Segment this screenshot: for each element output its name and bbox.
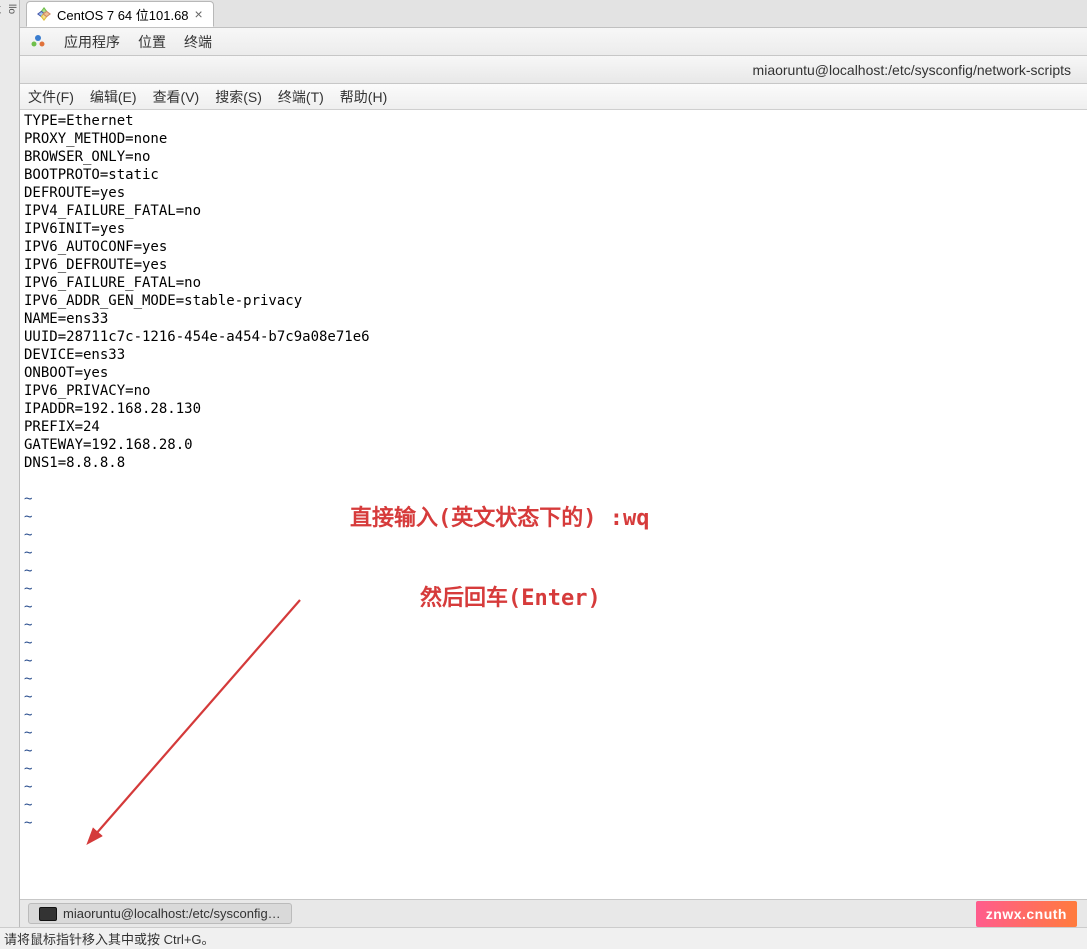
centos-icon <box>37 7 51 21</box>
file-content: TYPE=Ethernet PROXY_METHOD=none BROWSER_… <box>24 113 370 471</box>
gnome-menu-places[interactable]: 位置 <box>138 32 166 52</box>
term-menu-view[interactable]: 查看(V) <box>153 87 200 107</box>
terminal-title-bar: miaoruntu@localhost:/etc/sysconfig/netwo… <box>20 56 1087 84</box>
term-menu-help[interactable]: 帮助(H) <box>340 87 387 107</box>
term-menu-edit[interactable]: 编辑(E) <box>90 87 137 107</box>
term-menu-terminal[interactable]: 终端(T) <box>278 87 324 107</box>
taskbar-item-terminal[interactable]: miaoruntu@localhost:/etc/sysconfig… <box>28 903 292 924</box>
vm-tab-centos[interactable]: CentOS 7 64 位101.68 × <box>26 1 214 27</box>
terminal-content[interactable]: TYPE=Ethernet PROXY_METHOD=none BROWSER_… <box>20 110 1087 949</box>
terminal-mini-icon <box>39 907 57 921</box>
annotation-arrow <box>80 590 320 850</box>
gnome-taskbar: miaoruntu@localhost:/etc/sysconfig… <box>20 899 1087 927</box>
watermark-badge: znwx.cnuth <box>976 901 1077 927</box>
gnome-menu-terminal[interactable]: 终端 <box>184 32 212 52</box>
term-menu-file[interactable]: 文件(F) <box>28 87 74 107</box>
vm-status-hint: 请将鼠标指针移入其中或按 Ctrl+G。 <box>4 929 215 948</box>
vm-tab-bar: CentOS 7 64 位101.68 × <box>20 0 1087 28</box>
annotation-text-1: 直接输入(英文状态下的) :wq <box>350 510 649 528</box>
close-icon[interactable]: × <box>195 6 203 22</box>
vm-tab-title: CentOS 7 64 位101.68 <box>57 5 189 24</box>
vi-tilde-lines: ~ ~ ~ ~ ~ ~ ~ ~ ~ ~ ~ ~ ~ ~ ~ ~ ~ ~ ~ <box>24 491 32 831</box>
terminal-title-text: miaoruntu@localhost:/etc/sysconfig/netwo… <box>753 62 1071 78</box>
gnome-activities-icon[interactable] <box>30 34 46 50</box>
annotation-text-2: 然后回车(Enter) <box>420 590 601 608</box>
taskbar-item-label: miaoruntu@localhost:/etc/sysconfig… <box>63 906 281 921</box>
gnome-menu-apps[interactable]: 应用程序 <box>64 32 120 52</box>
host-sidebar: llo立1 <box>0 0 20 949</box>
term-menu-search[interactable]: 搜索(S) <box>215 87 262 107</box>
gnome-top-bar: 应用程序 位置 终端 <box>20 28 1087 56</box>
terminal-menu-bar: 文件(F) 编辑(E) 查看(V) 搜索(S) 终端(T) 帮助(H) <box>20 84 1087 110</box>
vm-status-bar: 请将鼠标指针移入其中或按 Ctrl+G。 <box>0 927 1087 949</box>
